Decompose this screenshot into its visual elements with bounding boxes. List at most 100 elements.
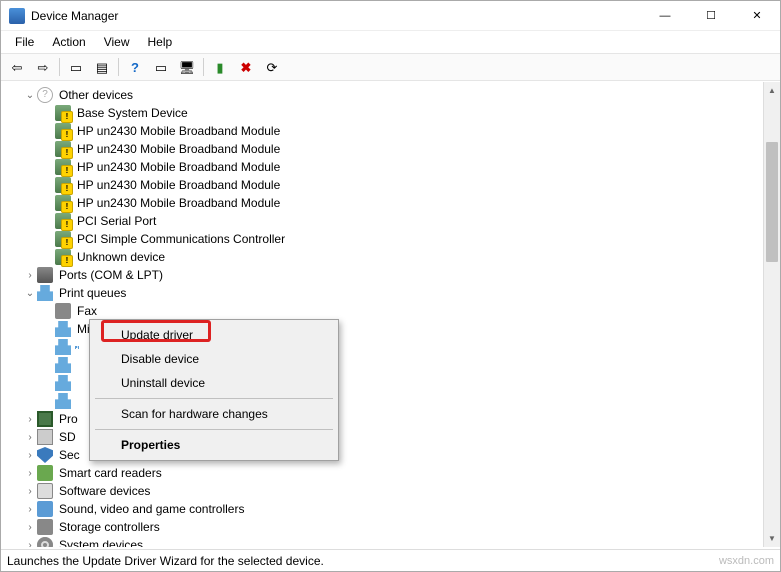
device-warning-icon <box>55 249 71 265</box>
chevron-down-icon[interactable]: ⌄ <box>23 90 37 101</box>
menubar: File Action View Help <box>1 31 780 53</box>
vertical-scrollbar[interactable]: ▲ ▼ <box>763 82 780 547</box>
context-separator <box>95 429 333 430</box>
maximize-button[interactable]: ☐ <box>688 1 734 30</box>
device-tree[interactable]: ⌄ Other devices Base System Device HP un… <box>1 82 780 547</box>
tree-node-software[interactable]: › Software devices <box>5 482 780 500</box>
sd-icon <box>37 429 53 445</box>
chevron-right-icon[interactable]: › <box>23 468 37 479</box>
chevron-right-icon[interactable]: › <box>23 432 37 443</box>
chevron-down-icon[interactable]: ⌄ <box>23 288 37 299</box>
back-button[interactable]: ⇦ <box>5 56 29 78</box>
device-warning-icon <box>55 141 71 157</box>
tree-label: System devices <box>57 538 145 547</box>
tree-item[interactable]: HP un2430 Mobile Broadband Module <box>5 158 780 176</box>
tree-label: Pro <box>57 412 80 426</box>
tree-label: HP un2430 Mobile Broadband Module <box>75 124 282 138</box>
toolbar-separator <box>59 58 60 76</box>
chevron-right-icon[interactable]: › <box>23 450 37 461</box>
context-disable-device[interactable]: Disable device <box>93 347 335 371</box>
printer-icon <box>55 357 71 373</box>
tree-label: HP un2430 Mobile Broadband Module <box>75 160 282 174</box>
scroll-up-button[interactable]: ▲ <box>764 82 780 99</box>
tree-label: SD <box>57 430 78 444</box>
tree-item[interactable]: HP un2430 Mobile Broadband Module <box>5 122 780 140</box>
add-device-button[interactable]: ▮ <box>208 56 232 78</box>
scan-button[interactable]: ⟳ <box>260 56 284 78</box>
tree-item[interactable]: Base System Device <box>5 104 780 122</box>
watermark: wsxdn.com <box>719 555 774 567</box>
chevron-right-icon[interactable]: › <box>23 522 37 533</box>
chevron-right-icon[interactable]: › <box>23 504 37 515</box>
chevron-right-icon[interactable]: › <box>23 540 37 548</box>
properties-button[interactable]: ▤ <box>90 56 114 78</box>
tree-item[interactable]: HP un2430 Mobile Broadband Module <box>5 194 780 212</box>
toolbar-separator <box>203 58 204 76</box>
tree-label: Base System Device <box>75 106 190 120</box>
help-button[interactable]: ? <box>123 56 147 78</box>
tree-item[interactable]: PCI Simple Communications Controller <box>5 230 780 248</box>
tree-node-storage[interactable]: › Storage controllers <box>5 518 780 536</box>
device-warning-icon <box>55 177 71 193</box>
printer-icon <box>55 339 71 355</box>
software-icon <box>37 483 53 499</box>
tree-item[interactable]: Fax <box>5 302 780 320</box>
statusbar: Launches the Update Driver Wizard for th… <box>1 549 780 571</box>
tree-label: HP un2430 Mobile Broadband Module <box>75 142 282 156</box>
tree-area: ⌄ Other devices Base System Device HP un… <box>1 81 780 547</box>
smart-card-icon <box>37 465 53 481</box>
tree-node-other-devices[interactable]: ⌄ Other devices <box>5 86 780 104</box>
shield-icon <box>37 447 53 463</box>
print-queues-icon <box>37 285 53 301</box>
tree-label: Print queues <box>57 286 128 300</box>
printer-icon <box>55 321 71 337</box>
toolbar: ⇦ ⇨ ▭ ▤ ? ▭ 🖥 ▮ ✖ ⟳ <box>1 53 780 81</box>
chevron-right-icon[interactable]: › <box>23 270 37 281</box>
tree-label: PCI Simple Communications Controller <box>75 232 287 246</box>
menu-view[interactable]: View <box>96 33 138 51</box>
context-uninstall-device[interactable]: Uninstall device <box>93 371 335 395</box>
tree-node-system[interactable]: › System devices <box>5 536 780 547</box>
tree-node-ports[interactable]: › Ports (COM & LPT) <box>5 266 780 284</box>
tree-label: Smart card readers <box>57 466 164 480</box>
monitor-button[interactable]: 🖥 <box>175 56 199 78</box>
context-properties[interactable]: Properties <box>93 433 335 457</box>
printer-icon <box>55 393 71 409</box>
toolbar-separator <box>118 58 119 76</box>
tree-label: Ports (COM & LPT) <box>57 268 165 282</box>
menu-action[interactable]: Action <box>44 33 93 51</box>
device-warning-icon <box>55 105 71 121</box>
tree-item[interactable]: PCI Serial Port <box>5 212 780 230</box>
tree-item[interactable]: HP un2430 Mobile Broadband Module <box>5 140 780 158</box>
tree-label: PCI Serial Port <box>75 214 158 228</box>
context-scan-hardware[interactable]: Scan for hardware changes <box>93 402 335 426</box>
tree-node-print-queues[interactable]: ⌄ Print queues <box>5 284 780 302</box>
tree-item[interactable]: Unknown device <box>5 248 780 266</box>
tree-label: Storage controllers <box>57 520 162 534</box>
tree-node-sound[interactable]: › Sound, video and game controllers <box>5 500 780 518</box>
tree-label: Sec <box>57 448 82 462</box>
app-icon <box>9 8 25 24</box>
printer-icon <box>55 375 71 391</box>
uninstall-button[interactable]: ✖ <box>234 56 258 78</box>
forward-button[interactable]: ⇨ <box>31 56 55 78</box>
menu-file[interactable]: File <box>7 33 42 51</box>
tree-label: HP un2430 Mobile Broadband Module <box>75 196 282 210</box>
chevron-right-icon[interactable]: › <box>23 414 37 425</box>
tree-button[interactable]: ▭ <box>149 56 173 78</box>
menu-help[interactable]: Help <box>140 33 181 51</box>
tree-item[interactable]: HP un2430 Mobile Broadband Module <box>5 176 780 194</box>
context-update-driver[interactable]: Update driver <box>93 323 335 347</box>
tree-label <box>75 346 79 348</box>
close-button[interactable]: ✕ <box>734 1 780 30</box>
tree-node-smart-card[interactable]: › Smart card readers <box>5 464 780 482</box>
storage-icon <box>37 519 53 535</box>
show-hidden-button[interactable]: ▭ <box>64 56 88 78</box>
tree-label: HP un2430 Mobile Broadband Module <box>75 178 282 192</box>
chevron-right-icon[interactable]: › <box>23 486 37 497</box>
scroll-thumb[interactable] <box>766 142 778 262</box>
tree-label: Unknown device <box>75 250 167 264</box>
scroll-down-button[interactable]: ▼ <box>764 530 780 547</box>
minimize-button[interactable]: — <box>642 1 688 30</box>
tree-label: Sound, video and game controllers <box>57 502 246 516</box>
